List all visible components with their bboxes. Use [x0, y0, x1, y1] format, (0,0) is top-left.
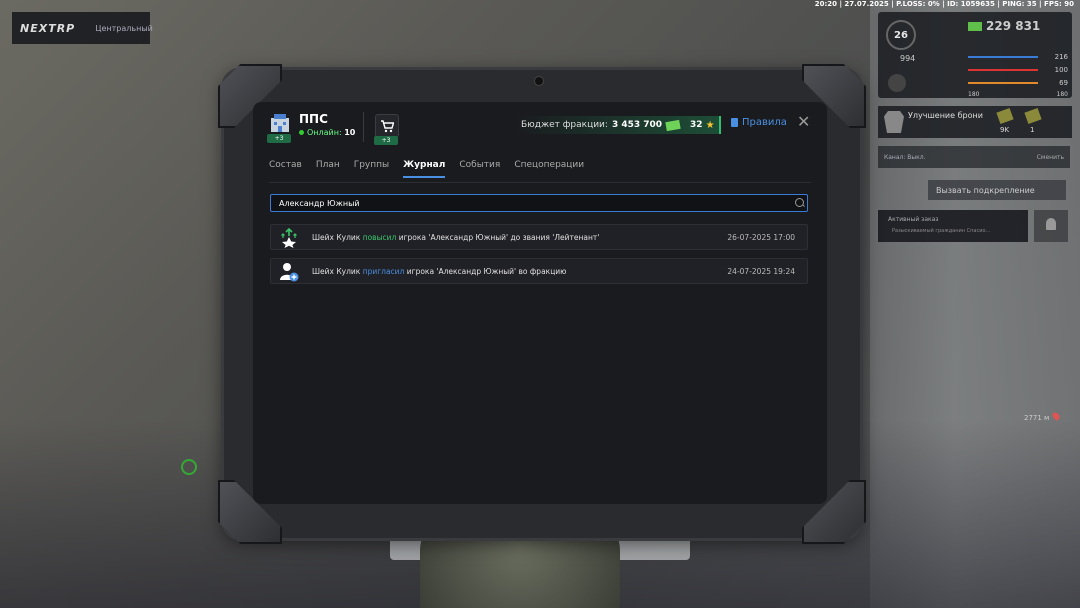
- online-count: 10: [344, 128, 356, 137]
- log-details: игрока 'Александр Южный' до звания 'Лейт…: [398, 233, 600, 242]
- online-status: Онлайн: 10: [299, 128, 355, 137]
- rules-link[interactable]: Правила: [731, 117, 787, 128]
- active-order-panel: Активный заказ Разыскиваемый гражданин С…: [878, 210, 1028, 242]
- stat-row-small: 180 180: [968, 89, 1068, 99]
- armor-value-2: 1: [1030, 126, 1035, 134]
- log-actor: Шейх Кулик: [312, 233, 361, 242]
- stat-value: 100: [1054, 66, 1068, 74]
- rules-label: Правила: [742, 117, 787, 128]
- shop-badge: +3: [374, 136, 398, 145]
- ammo-icon: [1024, 107, 1042, 125]
- tablet-camera: [534, 76, 544, 86]
- search-input[interactable]: [270, 194, 808, 212]
- player-stats-panel: 26 229 831 994 216 100 69 180 180: [878, 12, 1072, 98]
- cash-icon: [665, 119, 681, 131]
- log-time: 24-07-2025 19:24: [727, 267, 795, 276]
- armor-title: Улучшение брони: [908, 111, 983, 120]
- faction-header: +3 ППС Онлайн: 10 +3 Бюджет фракции: 3 4…: [253, 102, 827, 152]
- close-icon[interactable]: ✕: [797, 114, 810, 130]
- cash-icon: [968, 22, 982, 31]
- radio-channel-label: Канал: Выкл.: [884, 153, 926, 161]
- stat-994: 994: [900, 54, 916, 63]
- bell-icon: [1046, 218, 1056, 230]
- stat-value: 69: [1059, 79, 1068, 87]
- budget-label: Бюджет фракции:: [521, 120, 608, 130]
- online-dot-icon: [299, 130, 304, 135]
- money-value: 229 831: [986, 19, 1041, 33]
- shop-button[interactable]: [375, 114, 399, 138]
- server-logo-box: NEXTRP Центральный: [12, 12, 153, 44]
- online-label: Онлайн:: [307, 128, 342, 137]
- stat-bar: [968, 82, 1038, 84]
- log-text: Шейх Кулик повысил игрока 'Александр Южн…: [312, 233, 599, 242]
- order-title: Активный заказ: [888, 216, 939, 223]
- book-icon: [731, 118, 738, 127]
- call-backup-button[interactable]: Вызвать подкрепление: [928, 180, 1066, 200]
- invite-user-icon: [280, 263, 299, 282]
- log-text: Шейх Кулик пригласил игрока 'Александр Ю…: [312, 267, 567, 276]
- log-action: пригласил: [362, 267, 405, 276]
- player-money: 229 831: [968, 19, 1040, 33]
- search-icon[interactable]: [795, 198, 804, 207]
- stat-row-health: 100: [968, 65, 1068, 75]
- faction-badge: +3: [267, 134, 291, 143]
- log-details: игрока 'Александр Южный' во фракцию: [406, 267, 567, 276]
- log-entry: Шейх Кулик пригласил игрока 'Александр Ю…: [270, 258, 808, 284]
- level-badge: 26: [886, 20, 916, 50]
- tab-bar: Состав План Группы Журнал События Спецоп…: [269, 160, 584, 178]
- tab-roster[interactable]: Состав: [269, 160, 302, 178]
- tab-journal[interactable]: Журнал: [403, 160, 446, 178]
- log-actor: Шейх Кулик: [312, 267, 361, 276]
- star-icon: ★: [705, 119, 715, 131]
- heart-icon: [888, 74, 906, 92]
- police-building-icon: [271, 114, 289, 132]
- distance-value: 2771 м: [1024, 414, 1050, 422]
- radio-channel-panel: Канал: Выкл. Сменить: [878, 146, 1070, 168]
- faction-tablet: +3 ППС Онлайн: 10 +3 Бюджет фракции: 3 4…: [218, 64, 866, 544]
- ammo-icon: [996, 107, 1014, 125]
- order-subtitle: Разыскиваемый гражданин Спасио...: [892, 228, 991, 234]
- tablet-screen: +3 ППС Онлайн: 10 +3 Бюджет фракции: 3 4…: [253, 102, 827, 504]
- promote-icon: [281, 228, 297, 248]
- log-time: 26-07-2025 17:00: [727, 233, 795, 242]
- stat-row-armor: 216: [968, 52, 1068, 62]
- armor-vest-icon: [884, 111, 904, 133]
- armor-value-1: 9K: [1000, 126, 1010, 134]
- stat-row-hunger: 69: [968, 78, 1068, 88]
- budget-value: 3 453 700: [611, 120, 663, 130]
- tabs-divider: [269, 182, 811, 183]
- stat-bar: [968, 56, 1038, 58]
- faction-name: ППС: [299, 112, 328, 126]
- cart-icon: [381, 119, 394, 132]
- notifications-button[interactable]: [1034, 210, 1068, 242]
- header-divider: [363, 112, 364, 142]
- stat-bar: [968, 69, 1038, 71]
- stars-value: 32: [690, 120, 703, 130]
- tab-groups[interactable]: Группы: [354, 160, 389, 178]
- tab-events[interactable]: События: [459, 160, 500, 178]
- tab-plan[interactable]: План: [316, 160, 340, 178]
- radio-switch-button[interactable]: Сменить: [1037, 154, 1064, 161]
- interaction-marker-icon: [181, 459, 197, 475]
- waypoint-distance: 2771 м: [1024, 411, 1062, 422]
- small-value-1: 180: [968, 90, 980, 98]
- armor-upgrade-panel[interactable]: Улучшение брони 9K 1: [878, 106, 1072, 138]
- server-logo: NEXTRP: [20, 21, 76, 35]
- stat-value: 216: [1054, 53, 1068, 61]
- small-value-2: 180: [1056, 90, 1068, 98]
- faction-budget: Бюджет фракции: 3 453 700 32 ★: [515, 116, 721, 134]
- log-action: повысил: [362, 233, 397, 242]
- server-name: Центральный: [95, 23, 153, 33]
- hud-top-info: 20:20 | 27.07.2025 | P.LOSS: 0% | ID: 10…: [814, 0, 1074, 8]
- tab-special-ops[interactable]: Спецоперации: [514, 160, 584, 178]
- log-entry: Шейх Кулик повысил игрока 'Александр Южн…: [270, 224, 808, 250]
